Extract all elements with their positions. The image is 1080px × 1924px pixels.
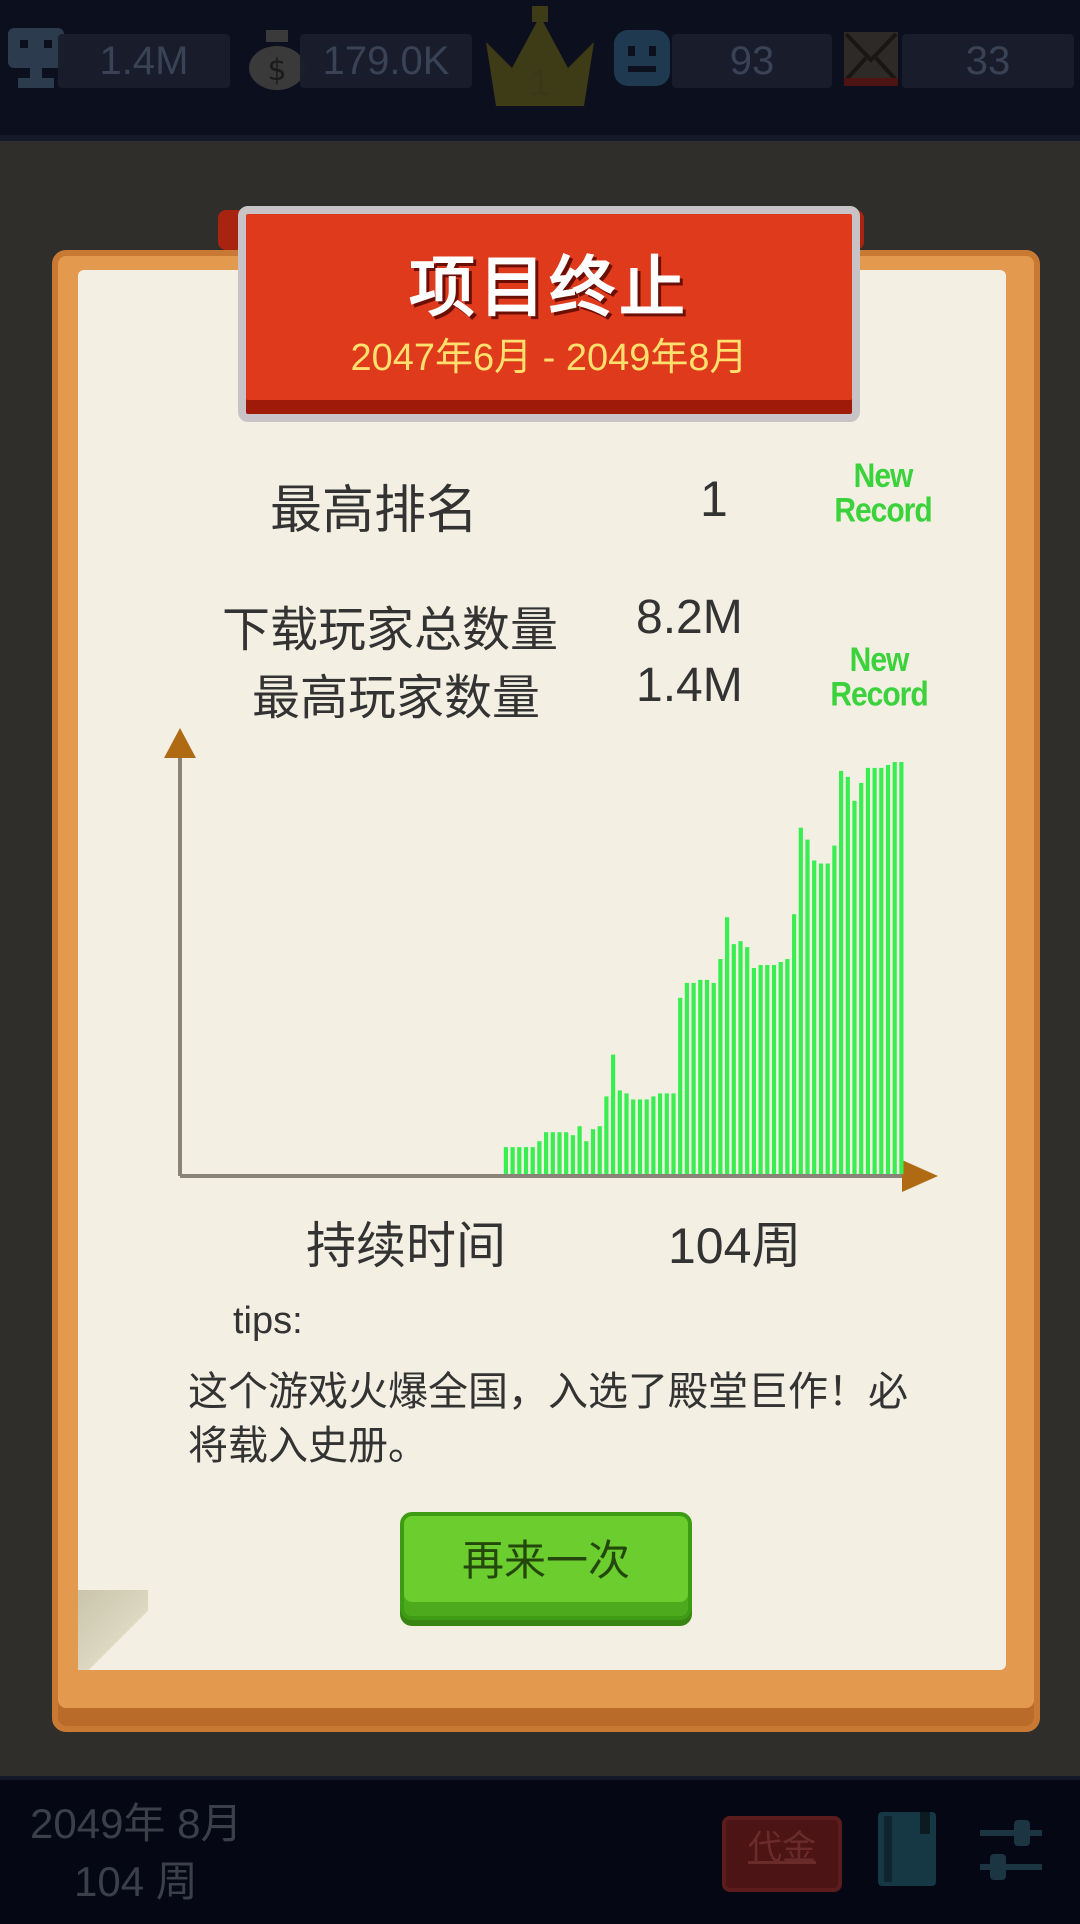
top-status-bar: 1.4M $ 179.0K 1 93 33 — [0, 0, 1080, 141]
fans-stat: 93 — [672, 34, 832, 88]
total-downloads-label: 下载玩家总数量 — [222, 604, 559, 657]
chart-bar — [597, 1126, 602, 1174]
mail-icon — [844, 32, 898, 86]
chart-bar — [651, 1096, 656, 1174]
peak-players-value: 1.4M — [636, 659, 743, 712]
chart-bar — [698, 979, 703, 1174]
chart-bar — [852, 800, 857, 1174]
retry-button[interactable]: 再来一次 — [400, 1512, 692, 1620]
duration-label: 持续时间 — [306, 1218, 506, 1274]
best-rank-value: 1 — [700, 471, 728, 527]
chart-bar — [637, 1099, 643, 1174]
svg-text:$: $ — [267, 53, 286, 88]
chart-bar — [590, 1129, 596, 1174]
new-record-line2: Record — [834, 491, 932, 530]
chart-bar — [805, 839, 810, 1174]
tips-label: tips: — [233, 1300, 303, 1342]
chart-bar — [544, 1132, 549, 1174]
best-rank-label: 最高排名 — [270, 482, 479, 540]
book-icon[interactable] — [876, 1810, 938, 1890]
chart-bar — [570, 1135, 575, 1174]
chart-bar — [664, 1093, 669, 1174]
chart-bar — [899, 762, 904, 1174]
players-icon — [8, 28, 64, 88]
chart-bar — [704, 979, 710, 1174]
chart-bar — [564, 1132, 569, 1174]
chart-bar — [879, 767, 884, 1174]
new-record-badge-2: New Record — [824, 641, 934, 714]
chart-bar — [604, 1096, 609, 1174]
rank-value: 1 — [529, 62, 551, 103]
chart-bar — [678, 997, 683, 1174]
chart-bar — [859, 782, 864, 1174]
players-stat: 1.4M — [58, 34, 230, 88]
chart-bar — [892, 762, 897, 1174]
chart-bar — [631, 1099, 636, 1174]
new-record-line2: Record — [830, 675, 928, 714]
chart-bar — [745, 947, 750, 1174]
duration-value: 104周 — [668, 1218, 802, 1274]
fund-button[interactable]: 代金 — [722, 1816, 842, 1892]
chart-bar — [798, 827, 803, 1174]
chart-bar — [725, 917, 730, 1174]
chart-bar — [523, 1147, 529, 1174]
settings-sliders-icon[interactable] — [976, 1816, 1046, 1886]
chart-bar — [658, 1093, 663, 1174]
current-date: 2049年 8月 — [30, 1800, 243, 1847]
chart-bar — [644, 1099, 649, 1174]
new-record-line1: New — [849, 641, 910, 680]
chart-bar — [885, 765, 891, 1174]
chart-bar — [584, 1141, 589, 1174]
chart-bar — [577, 1126, 582, 1174]
chart-bar — [537, 1141, 542, 1174]
chart-bar — [771, 965, 777, 1174]
total-downloads-value: 8.2M — [636, 591, 743, 644]
fans-face-icon — [614, 30, 670, 86]
chart-bar — [617, 1090, 622, 1174]
chart-bar — [691, 982, 696, 1174]
player-history-chart — [164, 728, 938, 1192]
chart-bar — [510, 1147, 515, 1174]
chart-bar — [778, 962, 783, 1174]
new-record-badge: New Record — [828, 457, 938, 530]
chart-bar — [785, 959, 790, 1174]
chart-bar — [671, 1093, 676, 1174]
mail-stat: 33 — [902, 34, 1074, 88]
current-week: 104 周 — [74, 1858, 198, 1905]
money-stat: 179.0K — [300, 34, 472, 88]
y-axis-arrow — [164, 728, 196, 758]
chart-bar — [530, 1147, 535, 1174]
chart-bar — [718, 959, 723, 1174]
new-record-line1: New — [853, 457, 914, 496]
chart-bar — [792, 914, 797, 1174]
chart-bar — [751, 968, 756, 1174]
chart-bar — [825, 863, 830, 1174]
chart-bar — [550, 1132, 555, 1174]
chart-bar — [684, 982, 689, 1174]
chart-bar — [765, 965, 770, 1174]
chart-bar — [845, 776, 850, 1174]
tips-text: 这个游戏火爆全国，入选了殿堂巨作！必将载入史册。 — [188, 1370, 908, 1468]
chart-bar — [818, 863, 824, 1174]
dialog-title: 项目终止 — [409, 250, 689, 324]
chart-bar — [503, 1147, 508, 1174]
chart-bar — [557, 1132, 562, 1174]
chart-bar — [832, 845, 837, 1174]
chart-bar — [624, 1093, 629, 1174]
chart-bar — [758, 965, 763, 1174]
project-period: 2047年6月 - 2049年8月 — [350, 337, 748, 379]
chart-bar — [711, 982, 716, 1174]
money-bag-icon: $ — [249, 30, 305, 90]
chart-bar — [865, 767, 870, 1174]
chart-bar — [839, 770, 844, 1174]
paper-curl — [78, 1590, 148, 1670]
chart-bar — [738, 941, 743, 1174]
chart-bar — [872, 767, 877, 1174]
chart-bar — [611, 1054, 616, 1174]
chart-bar — [812, 860, 817, 1174]
chart-bar — [517, 1147, 522, 1174]
x-axis-arrow — [902, 1160, 938, 1192]
chart-bar — [731, 944, 736, 1174]
